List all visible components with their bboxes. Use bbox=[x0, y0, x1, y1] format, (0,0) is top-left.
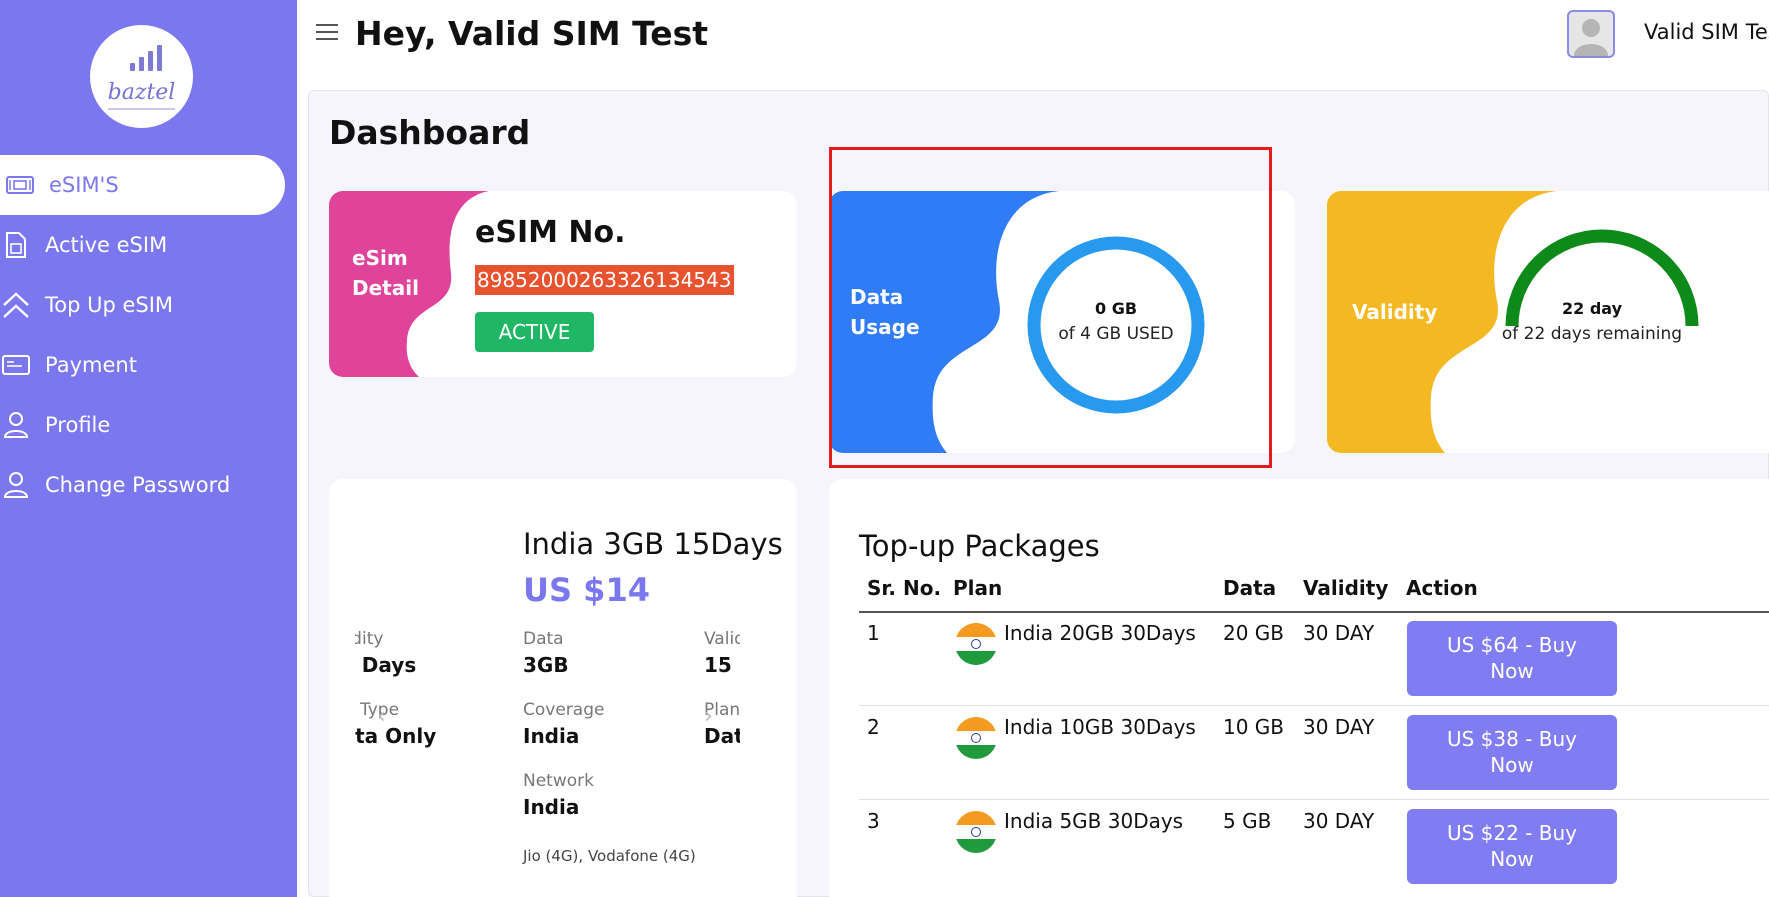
row-plan: India 10GB 30Days bbox=[1004, 715, 1196, 739]
detail-value: 15 Days bbox=[355, 653, 417, 677]
topup-packages-card: Top-up Packages Sr. No. Plan Data Validi… bbox=[829, 479, 1769, 897]
validity-card: Validity 22 day of 22 days remaining bbox=[1327, 191, 1769, 453]
sidebar-item-top-up-esim[interactable]: Top Up eSIM bbox=[0, 275, 297, 335]
row-validity: 30 DAY bbox=[1303, 621, 1375, 645]
avatar[interactable] bbox=[1567, 10, 1615, 58]
sidebar-item-active-esim[interactable]: Active eSIM bbox=[0, 215, 297, 275]
validity-caption: of 22 days remaining bbox=[1501, 324, 1683, 344]
top-bar: Hey, Valid SIM Test Valid SIM Test bbox=[297, 0, 1769, 88]
sidebar-item-change-password[interactable]: Change Password bbox=[0, 455, 297, 515]
button-label: Now bbox=[1490, 753, 1534, 777]
row-sr: 1 bbox=[867, 621, 880, 645]
sidebar-item-esims[interactable]: eSIM'S bbox=[0, 155, 285, 215]
topup-title: Top-up Packages bbox=[859, 529, 1100, 563]
plan-slide-next: Validity 15 Days Plan Data bbox=[704, 619, 740, 759]
column-header: Action bbox=[1406, 576, 1478, 600]
brand-tagline bbox=[108, 108, 175, 110]
sidebar-nav: eSIM'S Active eSIM Top Up eSIM Payment P… bbox=[0, 155, 297, 515]
row-divider bbox=[859, 799, 1769, 800]
status-badge: ACTIVE bbox=[475, 312, 594, 352]
row-validity: 30 DAY bbox=[1303, 715, 1375, 739]
detail-label: Network bbox=[523, 771, 594, 791]
carousel-prev-icon[interactable]: ‹ bbox=[377, 704, 386, 729]
detail-value: 15 Days bbox=[704, 653, 740, 677]
row-data: 10 GB bbox=[1223, 715, 1285, 739]
greeting-title: Hey, Valid SIM Test bbox=[355, 14, 709, 53]
sidebar: baztel eSIM'S Active eSIM Top Up eSIM Pa… bbox=[0, 0, 297, 897]
row-data: 5 GB bbox=[1223, 809, 1272, 833]
sidebar-item-profile[interactable]: Profile bbox=[0, 395, 297, 455]
carousel-next-icon[interactable]: › bbox=[704, 704, 713, 729]
validity-days: 22 day bbox=[1561, 299, 1623, 318]
esim-number-title: eSIM No. bbox=[475, 215, 626, 250]
button-label: Now bbox=[1490, 847, 1534, 871]
annotation-highlight-box bbox=[829, 147, 1272, 468]
credit-card-icon bbox=[2, 351, 30, 379]
sidebar-item-label: Change Password bbox=[45, 473, 231, 497]
detail-label: Data bbox=[523, 629, 564, 649]
column-header: Data bbox=[1223, 576, 1277, 600]
esim-card-icon bbox=[6, 171, 34, 199]
detail-value: India bbox=[523, 724, 580, 748]
row-data: 20 GB bbox=[1223, 621, 1285, 645]
validity-label: Validity bbox=[1352, 300, 1438, 324]
sim-icon bbox=[2, 231, 30, 259]
plan-slide-prev: Validity 15 Days Type Data Only bbox=[355, 619, 445, 759]
buy-now-button[interactable]: US $64 - Buy Now bbox=[1407, 621, 1617, 696]
detail-value: India bbox=[523, 795, 580, 819]
sidebar-item-label: Profile bbox=[45, 413, 111, 437]
esim-detail-label: eSim Detail bbox=[352, 243, 419, 303]
user-name[interactable]: Valid SIM Test bbox=[1644, 20, 1769, 44]
double-chevron-up-icon bbox=[2, 291, 30, 319]
detail-label: Validity bbox=[704, 629, 740, 649]
user-icon bbox=[2, 411, 30, 439]
button-label: US $38 - Buy bbox=[1446, 727, 1578, 751]
plan-carousel-card: India 3GB 15Days US $14 Validity 15 Days… bbox=[329, 479, 797, 897]
default-avatar-icon bbox=[1574, 19, 1608, 56]
detail-label: Validity bbox=[355, 629, 384, 649]
sidebar-item-label: eSIM'S bbox=[49, 173, 119, 197]
detail-value: 3GB bbox=[523, 653, 569, 677]
sidebar-item-payment[interactable]: Payment bbox=[0, 335, 297, 395]
buy-now-button[interactable]: US $38 - Buy Now bbox=[1407, 715, 1617, 790]
india-flag-icon bbox=[955, 811, 997, 853]
row-validity: 30 DAY bbox=[1303, 809, 1375, 833]
label-line: eSim bbox=[352, 246, 408, 270]
plan-price: US $14 bbox=[523, 571, 650, 609]
india-flag-icon bbox=[955, 623, 997, 665]
detail-label: Coverage bbox=[523, 700, 605, 720]
signal-bars-icon bbox=[130, 45, 162, 71]
brand-logo[interactable]: baztel bbox=[90, 25, 193, 128]
hamburger-menu-icon[interactable] bbox=[316, 24, 338, 42]
esim-detail-card: eSim Detail eSIM No. 8985200026332613454… bbox=[329, 191, 797, 377]
row-divider bbox=[859, 705, 1769, 706]
user-lock-icon bbox=[2, 471, 30, 499]
plan-name: India 3GB 15Days bbox=[523, 527, 783, 561]
header-divider bbox=[859, 611, 1769, 613]
sidebar-item-label: Top Up eSIM bbox=[45, 293, 174, 317]
column-header: Plan bbox=[953, 576, 1003, 600]
row-sr: 2 bbox=[867, 715, 880, 739]
button-label: Now bbox=[1490, 659, 1534, 683]
row-plan: India 20GB 30Days bbox=[1004, 621, 1196, 645]
app-root: baztel eSIM'S Active eSIM Top Up eSIM Pa… bbox=[0, 0, 1769, 897]
validity-readout: 22 day of 22 days remaining bbox=[1487, 299, 1697, 344]
button-label: US $64 - Buy bbox=[1446, 633, 1578, 657]
brand-name: baztel bbox=[107, 80, 176, 105]
button-label: US $22 - Buy bbox=[1446, 821, 1578, 845]
sidebar-item-label: Active eSIM bbox=[45, 233, 168, 257]
detail-value: Data Only bbox=[355, 724, 437, 748]
network-operators: Jio (4G), Vodafone (4G) bbox=[523, 847, 696, 865]
buy-now-button[interactable]: US $22 - Buy Now bbox=[1407, 809, 1617, 884]
column-header: Sr. No. bbox=[867, 576, 942, 600]
esim-iccid: 89852000263326134543 bbox=[475, 265, 734, 295]
row-sr: 3 bbox=[867, 809, 880, 833]
row-plan: India 5GB 30Days bbox=[1004, 809, 1184, 833]
sidebar-item-label: Payment bbox=[45, 353, 137, 377]
label-line: Detail bbox=[352, 276, 419, 300]
page-title: Dashboard bbox=[329, 113, 531, 152]
india-flag-icon bbox=[955, 717, 997, 759]
column-header: Validity bbox=[1303, 576, 1389, 600]
